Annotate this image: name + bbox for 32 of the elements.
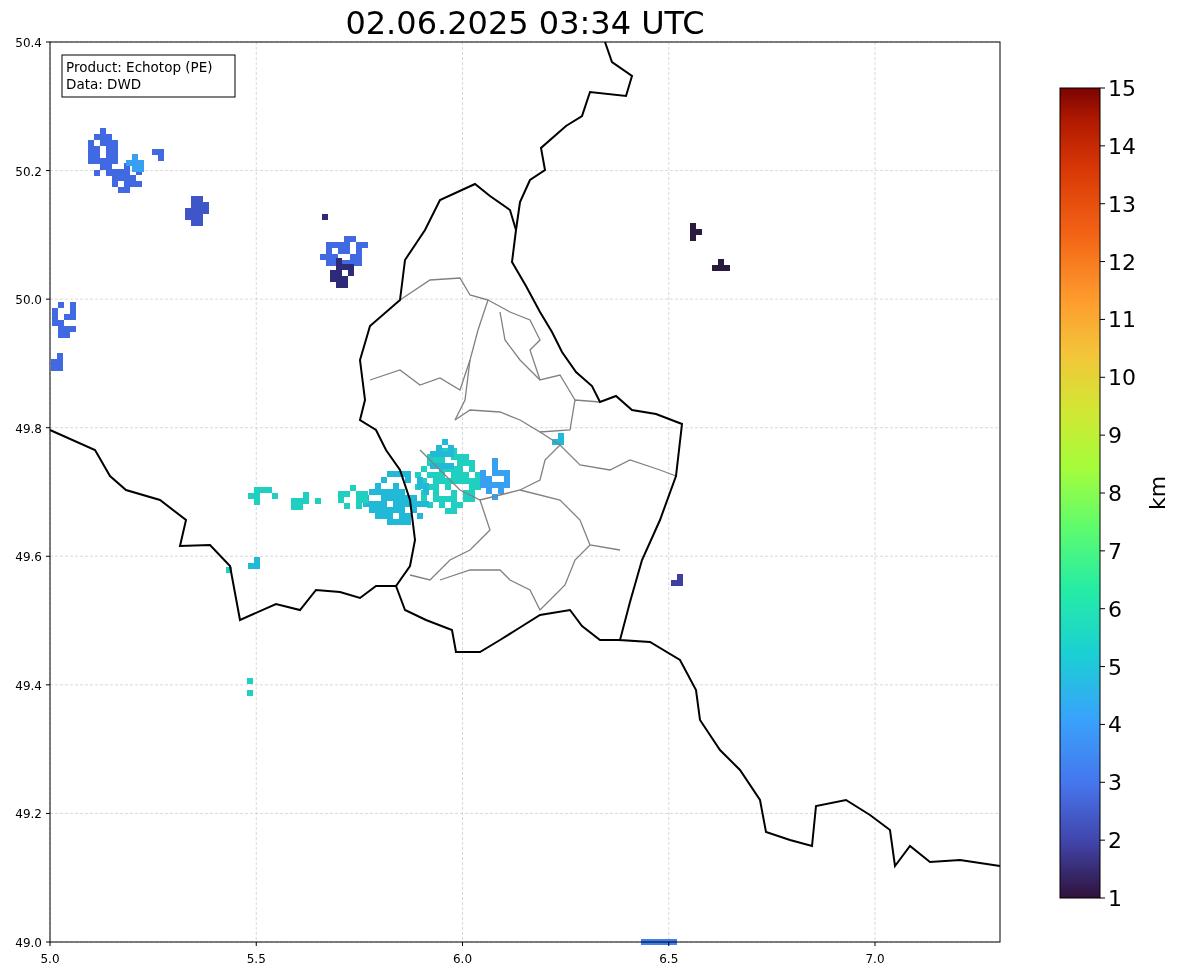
colorbar-tick-label: 4 bbox=[1108, 712, 1122, 738]
x-tick-label: 5.5 bbox=[246, 952, 266, 966]
y-tick-label: 49.0 bbox=[15, 936, 42, 950]
x-tick-label: 7.0 bbox=[865, 952, 885, 966]
y-tick-label: 49.6 bbox=[15, 550, 42, 565]
colorbar-tick-label: 13 bbox=[1108, 191, 1136, 217]
colorbar-tick-label: 9 bbox=[1108, 423, 1122, 449]
info-text: Data: DWD bbox=[66, 76, 142, 92]
y-tick-label: 50.0 bbox=[15, 293, 42, 308]
chart-title: 02.06.2025 03:34 UTC bbox=[345, 4, 705, 42]
y-tick-label: 49.2 bbox=[15, 807, 42, 822]
colorbar-tick-label: 11 bbox=[1108, 307, 1136, 333]
colorbar-tick-label: 12 bbox=[1108, 249, 1136, 275]
colorbar-tick-label: 10 bbox=[1108, 365, 1136, 391]
colorbar-tick-label: 5 bbox=[1108, 654, 1122, 680]
colorbar-tick-label: 3 bbox=[1108, 770, 1122, 796]
x-tick-label: 6.0 bbox=[452, 952, 473, 966]
y-tick-label: 50.2 bbox=[15, 164, 42, 179]
colorbar-tick-label: 2 bbox=[1108, 828, 1122, 854]
info-text: Product: Echotop (PE) bbox=[66, 59, 213, 75]
y-tick-label: 49.4 bbox=[15, 678, 42, 693]
colorbar-label: km bbox=[1145, 475, 1170, 511]
colorbar-tick-label: 6 bbox=[1108, 596, 1122, 622]
x-tick-label: 6.5 bbox=[659, 952, 679, 966]
colorbar-tick-label: 8 bbox=[1108, 481, 1122, 506]
colorbar-tick-label: 14 bbox=[1108, 133, 1136, 159]
colorbar-tick-label: 1 bbox=[1108, 886, 1122, 911]
y-tick-label: 49.8 bbox=[15, 421, 42, 436]
y-tick-label: 50.4 bbox=[15, 36, 42, 50]
x-tick-label: 5.0 bbox=[40, 952, 60, 966]
colorbar-tick-label: 7 bbox=[1108, 538, 1122, 564]
colorbar-tick-label: 15 bbox=[1108, 76, 1136, 101]
